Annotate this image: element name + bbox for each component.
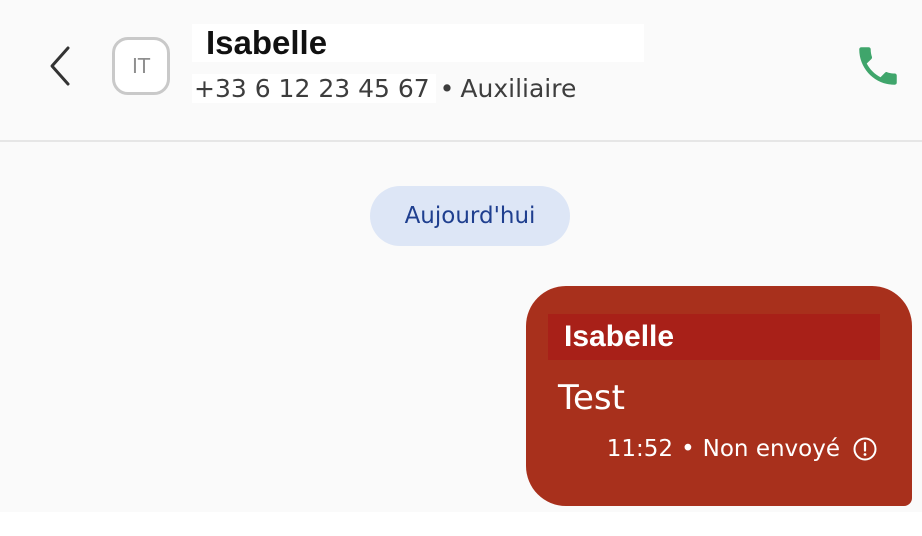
phone-icon [859,47,897,85]
message-bubble[interactable]: Isabelle Test 11:52 • Non envoyé [526,286,912,506]
contact-role: Auxiliaire [460,73,577,103]
contact-details: +33 6 12 23 45 67 • Auxiliaire [192,70,576,106]
contact-phone-number: +33 6 12 23 45 67 [192,73,436,103]
message-sender: Isabelle [548,314,880,360]
message-meta: 11:52 • Non envoyé [607,436,878,462]
message-status: Non envoyé [702,436,840,462]
message-text: Test [558,378,625,418]
date-separator: Aujourd'hui [370,186,570,246]
details-separator: • [439,73,455,103]
bottom-strip [0,512,922,536]
chat-screen: IT Isabelle +33 6 12 23 45 67 • Auxiliai… [0,0,922,536]
chevron-left-icon [50,46,70,86]
alert-circle-icon[interactable] [852,436,878,462]
message-time: 11:52 [606,436,674,462]
call-button[interactable] [850,38,906,94]
back-button[interactable] [36,42,84,90]
contact-name: Isabelle [192,24,644,62]
conversation-header: IT Isabelle +33 6 12 23 45 67 • Auxiliai… [0,0,922,142]
message-list: Aujourd'hui Isabelle Test 11:52 • Non en… [0,142,922,512]
meta-separator: • [681,436,695,462]
avatar: IT [112,37,170,95]
avatar-initials: IT [131,54,151,78]
